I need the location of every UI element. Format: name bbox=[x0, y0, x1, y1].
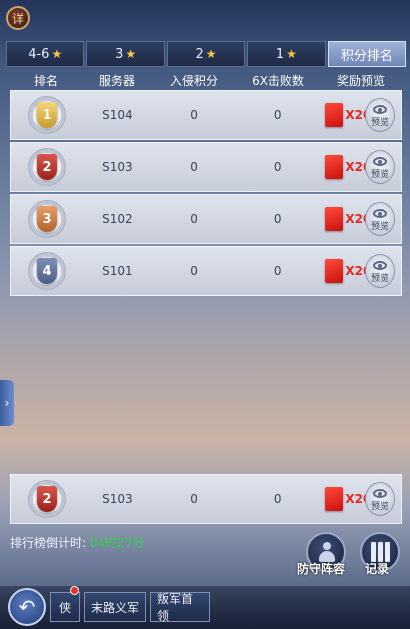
server-cell: S103 bbox=[102, 160, 133, 174]
kills-cell: 0 bbox=[273, 160, 282, 174]
rank-shield-icon: 3 bbox=[37, 206, 57, 232]
header-invade-points: 入侵积分 bbox=[169, 73, 218, 88]
expand-side-panel-button[interactable]: › bbox=[0, 380, 14, 426]
preview-label: 预览 bbox=[370, 502, 389, 512]
red-envelope-icon bbox=[325, 207, 344, 231]
bottom-tab-rebel-leader[interactable]: 叛军首领 bbox=[150, 592, 210, 623]
invade-points-cell: 0 bbox=[190, 492, 198, 506]
header-reward-preview: 奖励预览 bbox=[336, 73, 385, 88]
reward-cell: X20 预览 bbox=[319, 142, 401, 192]
kills-cell: 0 bbox=[273, 264, 282, 278]
ranking-countdown: 排行榜倒计时: 04时27分 bbox=[10, 534, 144, 551]
reward-cell: X20 预览 bbox=[319, 90, 401, 140]
tab-label: 3 bbox=[115, 46, 124, 62]
table-row: 1 S104 0 0 X20 预览 bbox=[10, 90, 402, 140]
rank-badge: 1 bbox=[11, 90, 83, 140]
red-envelope-icon bbox=[325, 259, 344, 283]
red-envelope-icon bbox=[325, 103, 344, 127]
detail-button[interactable]: 详 bbox=[6, 6, 30, 30]
invade-points-cell: 0 bbox=[190, 160, 198, 174]
red-envelope-icon bbox=[325, 487, 344, 511]
invade-points-cell: 0 bbox=[190, 108, 198, 122]
tab-1-star[interactable]: 1 ★ bbox=[247, 41, 326, 67]
eye-icon bbox=[373, 157, 387, 166]
invade-points-cell: 0 bbox=[190, 264, 198, 278]
preview-label: 预览 bbox=[370, 118, 389, 128]
preview-button[interactable]: 预览 bbox=[365, 254, 395, 288]
defense-lineup-label: 防守阵容 bbox=[297, 562, 346, 576]
bottom-nav: ↶ 侠 末路义军 叛军首领 bbox=[0, 586, 410, 629]
notification-dot-icon bbox=[70, 586, 79, 595]
server-cell: S102 bbox=[102, 212, 133, 226]
header-kills: 6X击败数 bbox=[252, 73, 304, 88]
table-row: 2 S103 0 0 X20 预览 bbox=[10, 142, 402, 192]
server-cell: S104 bbox=[102, 108, 133, 122]
reward-cell: X20 预览 bbox=[319, 474, 401, 524]
tab-2-star[interactable]: 2 ★ bbox=[166, 41, 246, 67]
tab-label: 1 bbox=[275, 46, 285, 62]
tab-label: 4-6 bbox=[28, 46, 50, 62]
rank-badge: 2 bbox=[11, 474, 83, 524]
figure-icon bbox=[318, 542, 336, 562]
preview-label: 预览 bbox=[370, 274, 389, 284]
eye-icon bbox=[373, 105, 387, 114]
invade-points-cell: 0 bbox=[190, 212, 198, 226]
rank-badge: 4 bbox=[11, 246, 83, 296]
tab-4-6-star[interactable]: 4-6 ★ bbox=[6, 41, 85, 67]
star-icon: ★ bbox=[205, 47, 217, 61]
book-icon bbox=[371, 542, 391, 562]
bottom-tab-hero[interactable]: 侠 bbox=[50, 592, 80, 622]
rank-shield-icon: 2 bbox=[37, 154, 57, 180]
rank-badge: 2 bbox=[11, 142, 83, 192]
preview-button[interactable]: 预览 bbox=[365, 482, 395, 516]
eye-icon bbox=[373, 261, 387, 270]
tab-3-star[interactable]: 3 ★ bbox=[86, 41, 165, 67]
table-header: 排名 服务器 入侵积分 6X击败数 奖励预览 bbox=[10, 70, 402, 90]
tab-points-ranking[interactable]: 积分排名 bbox=[327, 41, 407, 67]
table-row: 3 S102 0 0 X20 预览 bbox=[10, 194, 402, 244]
star-icon: ★ bbox=[286, 47, 297, 61]
preview-button[interactable]: 预览 bbox=[365, 202, 395, 236]
preview-button[interactable]: 预览 bbox=[365, 98, 395, 132]
star-icon: ★ bbox=[51, 47, 63, 61]
eye-icon bbox=[373, 209, 387, 218]
rank-badge: 3 bbox=[11, 194, 83, 244]
preview-label: 预览 bbox=[370, 170, 389, 180]
top-bar: 详 bbox=[0, 0, 410, 40]
reward-cell: X20 预览 bbox=[319, 194, 401, 244]
rank-shield-icon: 2 bbox=[37, 486, 57, 512]
header-server: 服务器 bbox=[98, 73, 135, 88]
tab-label: 积分排名 bbox=[340, 48, 393, 64]
bottom-tab-rebel-army[interactable]: 末路义军 bbox=[84, 592, 146, 622]
kills-cell: 0 bbox=[273, 212, 282, 226]
back-button[interactable]: ↶ bbox=[8, 588, 46, 626]
eye-icon bbox=[373, 489, 387, 498]
countdown-label: 排行榜倒计时: bbox=[10, 536, 90, 550]
rank-shield-icon: 4 bbox=[37, 258, 57, 284]
my-server-row: 2 S103 0 0 X20 预览 bbox=[10, 474, 402, 524]
tab-label: 2 bbox=[195, 46, 204, 62]
header-rank: 排名 bbox=[33, 73, 58, 88]
red-envelope-icon bbox=[325, 155, 344, 179]
preview-label: 预览 bbox=[370, 222, 389, 232]
kills-cell: 0 bbox=[273, 108, 282, 122]
records-label: 记录 bbox=[365, 562, 390, 576]
server-cell: S103 bbox=[102, 492, 133, 506]
server-cell: S101 bbox=[102, 264, 133, 278]
star-tabs: 4-6 ★ 3 ★ 2 ★ 1 ★ 积分排名 bbox=[6, 41, 407, 67]
back-arrow-icon: ↶ bbox=[18, 595, 36, 619]
chevron-right-icon: › bbox=[4, 396, 10, 410]
rank-shield-icon: 1 bbox=[37, 102, 57, 128]
ranking-list: 1 S104 0 0 X20 预览 2 S103 0 0 X20 预览 3 S1… bbox=[10, 90, 402, 298]
preview-button[interactable]: 预览 bbox=[365, 150, 395, 184]
kills-cell: 0 bbox=[273, 492, 282, 506]
reward-cell: X20 预览 bbox=[319, 246, 401, 296]
table-row: 4 S101 0 0 X20 预览 bbox=[10, 246, 402, 296]
countdown-time: 04时27分 bbox=[89, 536, 145, 550]
star-icon: ★ bbox=[125, 47, 137, 61]
